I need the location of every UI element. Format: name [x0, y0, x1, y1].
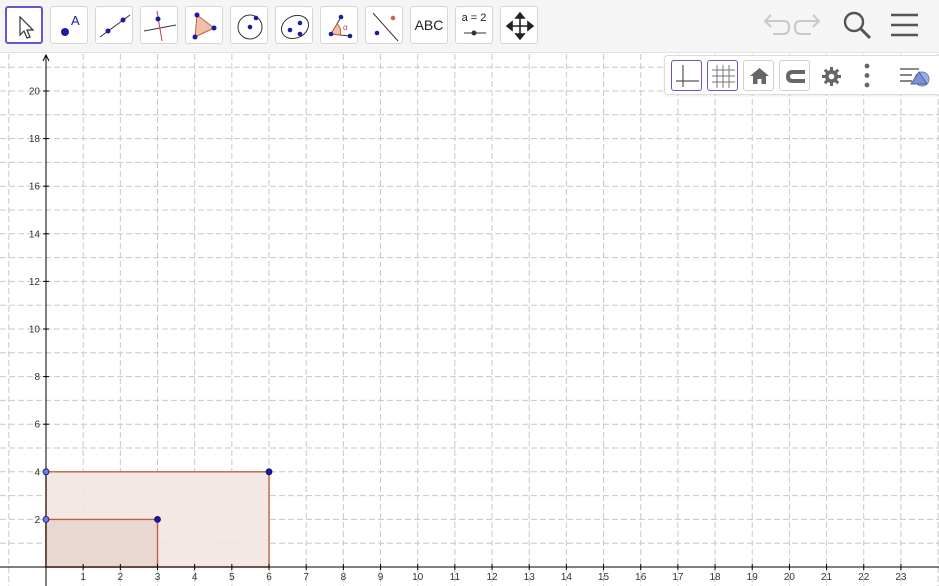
perpendicular-line-tool-button[interactable]: [140, 6, 178, 44]
x-tick-label: 20: [784, 572, 796, 583]
y-tick-label: 4: [34, 467, 40, 478]
y-tick-label: 20: [29, 87, 41, 98]
graphics-style-bar: [664, 55, 939, 95]
x-tick-label: 18: [709, 572, 721, 583]
rectangle-small[interactable]: [45, 518, 159, 568]
undo-icon[interactable]: [757, 8, 791, 42]
x-tick-label: 11: [450, 572, 461, 583]
point-tool-button[interactable]: A: [50, 6, 88, 44]
x-tick-label: 10: [412, 572, 424, 583]
angle-icon: α: [328, 14, 353, 39]
move-tool-button[interactable]: [5, 6, 43, 44]
angle-tool-button[interactable]: α: [320, 6, 358, 44]
y-tick-label: 6: [34, 420, 40, 431]
point[interactable]: [154, 515, 161, 523]
snap-magnet-icon: [786, 70, 805, 83]
point[interactable]: [42, 515, 50, 523]
axes-toggle-button[interactable]: [671, 60, 702, 91]
search-icon[interactable]: [840, 8, 874, 42]
graphics-settings-button[interactable]: [815, 60, 846, 91]
x-tick-label: 8: [341, 572, 347, 583]
y-tick-label: 18: [29, 134, 41, 145]
polygon-tool-button[interactable]: [185, 6, 223, 44]
x-tick-label: 3: [155, 572, 161, 583]
x-tick-label: 19: [747, 572, 759, 583]
axes-toggle-icon: [676, 65, 699, 87]
cursor-arrow-icon: [19, 15, 35, 39]
y-tick-label: 12: [29, 277, 41, 288]
point-icon: A: [61, 13, 80, 36]
y-tick-label: 10: [29, 325, 41, 336]
x-tick-label: 12: [486, 572, 498, 583]
y-tick-label: 2: [34, 515, 40, 526]
reflect-about-line-icon: [372, 12, 399, 42]
slider-icon: [464, 30, 486, 36]
menu-icon[interactable]: [888, 8, 922, 42]
move-arrows-icon: [505, 11, 535, 41]
snap-magnet-button[interactable]: [779, 60, 810, 91]
x-tick-label: 17: [672, 572, 684, 583]
text-tool-button[interactable]: ABC: [410, 6, 448, 44]
grid-toggle-button[interactable]: [707, 60, 738, 91]
settings-gear-icon: [822, 67, 841, 86]
home-icon: [750, 68, 769, 84]
slider-tool-button[interactable]: a = 2: [455, 6, 493, 44]
point[interactable]: [42, 468, 50, 476]
perpendicular-line-icon: [143, 10, 177, 42]
more-vertical-icon[interactable]: [857, 60, 877, 91]
reflect-tool-button[interactable]: [365, 6, 403, 44]
circle-icon: [237, 14, 263, 40]
x-tick-label: 21: [821, 572, 833, 583]
x-tick-label: 15: [598, 572, 610, 583]
home-button[interactable]: [743, 60, 774, 91]
grid-toggle-icon: [712, 65, 735, 88]
x-tick-label: 14: [561, 572, 573, 583]
style-bar-toggle-icon[interactable]: [897, 60, 933, 91]
svg-text:A: A: [71, 13, 80, 28]
x-tick-label: 4: [192, 572, 198, 583]
y-tick-label: 14: [29, 229, 41, 240]
x-tick-label: 7: [303, 572, 309, 583]
text-tool-label: ABC: [414, 17, 444, 33]
polygon-icon: [192, 12, 217, 40]
toolbar: A α ABC a = 2: [0, 0, 939, 53]
circle-tool-button[interactable]: [230, 6, 268, 44]
graphics-view[interactable]: 1 2 3 4 5 6 7 8 9 10 11 12 13 14 15 16 17 18 19 20 21 22 23246…: [0, 54, 939, 586]
x-tick-label: 6: [266, 572, 272, 583]
x-tick-label: 16: [635, 572, 647, 583]
x-tick-label: 5: [229, 572, 235, 583]
x-tick-label: 1: [80, 572, 86, 583]
redo-icon[interactable]: [793, 8, 827, 42]
ellipse-icon: [280, 14, 310, 40]
x-tick-label: 2: [118, 572, 124, 583]
x-tick-label: 22: [858, 572, 870, 583]
x-tick-label: 23: [895, 572, 907, 583]
x-tick-label: 9: [378, 572, 384, 583]
ellipse-tool-button[interactable]: [275, 6, 313, 44]
line-tool-button[interactable]: [95, 6, 133, 44]
svg-text:α: α: [343, 23, 348, 32]
move-graphics-view-tool-button[interactable]: [500, 6, 538, 44]
y-tick-label: 16: [29, 182, 41, 193]
line-icon: [99, 14, 131, 38]
point[interactable]: [265, 468, 273, 476]
y-tick-label: 8: [34, 372, 40, 383]
x-tick-label: 13: [524, 572, 536, 583]
